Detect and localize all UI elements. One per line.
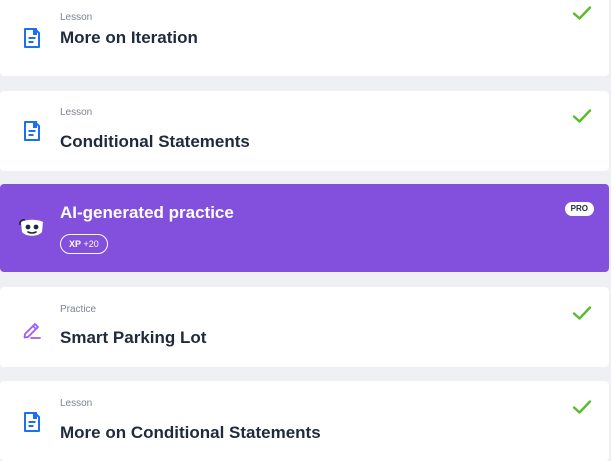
document-icon bbox=[24, 121, 40, 141]
item-title: More on Conditional Statements bbox=[60, 423, 321, 442]
pro-badge: PRO bbox=[564, 202, 594, 216]
practice-card-smart-parking-lot[interactable]: Practice Smart Parking Lot bbox=[0, 287, 609, 367]
item-type-label: Lesson bbox=[60, 398, 93, 409]
checkmark-icon bbox=[572, 400, 592, 414]
document-icon bbox=[24, 412, 40, 432]
checkmark-icon bbox=[572, 306, 592, 320]
xp-reward-badge: XP +20 bbox=[60, 234, 108, 254]
checkmark-icon bbox=[572, 109, 592, 123]
document-icon bbox=[24, 28, 40, 48]
xp-label: XP bbox=[69, 239, 82, 249]
robot-mascot-icon bbox=[19, 219, 43, 236]
item-title: Conditional Statements bbox=[60, 132, 250, 151]
lesson-card-more-on-iteration[interactable]: Lesson More on Iteration bbox=[0, 0, 609, 76]
item-title: Smart Parking Lot bbox=[60, 328, 207, 347]
item-title: AI-generated practice bbox=[60, 203, 234, 222]
item-type-label: Lesson bbox=[60, 107, 93, 118]
ai-generated-practice-card[interactable]: AI-generated practice XP +20 PRO bbox=[0, 184, 609, 272]
checkmark-icon bbox=[572, 6, 592, 20]
item-title: More on Iteration bbox=[60, 28, 198, 47]
lesson-card-conditional-statements[interactable]: Lesson Conditional Statements bbox=[0, 91, 609, 171]
item-type-label: Practice bbox=[60, 304, 97, 315]
item-type-label: Lesson bbox=[60, 12, 93, 23]
pencil-icon bbox=[23, 323, 41, 339]
lesson-card-more-on-conditional-statements[interactable]: Lesson More on Conditional Statements bbox=[0, 381, 609, 461]
xp-value: +20 bbox=[83, 239, 99, 249]
